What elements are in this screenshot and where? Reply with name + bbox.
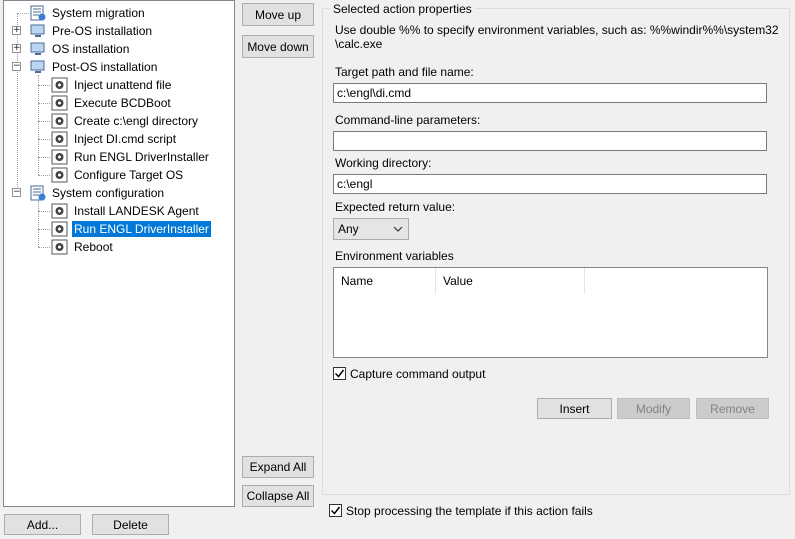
hint-text-line2: \calc.exe: [335, 37, 383, 51]
tree-line: [38, 229, 50, 230]
action-gear-icon: [51, 203, 68, 219]
tree-line: [38, 211, 50, 212]
column-header-name[interactable]: Name: [334, 268, 436, 294]
tree-item-label: Post-OS installation: [52, 60, 158, 74]
tree-line: [17, 13, 29, 14]
tree-item-label: System migration: [52, 6, 145, 20]
remove-button[interactable]: Remove: [696, 398, 769, 419]
action-gear-icon: [51, 131, 68, 147]
working-directory-input[interactable]: c:\engl: [333, 174, 767, 194]
action-gear-icon: [51, 149, 68, 165]
expected-return-select[interactable]: Any: [333, 218, 409, 240]
tree-item-inject-unattend-file[interactable]: Inject unattend file: [51, 76, 173, 94]
checkmark-icon: [330, 506, 341, 515]
expand-all-button[interactable]: Expand All: [242, 456, 314, 478]
action-gear-icon: [51, 77, 68, 93]
tree-item-label: Configure Target OS: [74, 168, 184, 182]
move-down-button[interactable]: Move down: [242, 35, 314, 58]
command-line-input[interactable]: [333, 131, 767, 151]
tree-item-configure-target-os[interactable]: Configure Target OS: [51, 166, 185, 184]
checkmark-icon: [334, 369, 345, 378]
tree-item-install-landesk-agent[interactable]: Install LANDESK Agent: [51, 202, 201, 220]
tree-item-create-engl-directory[interactable]: Create c:\engl directory: [51, 112, 200, 130]
delete-button[interactable]: Delete: [92, 514, 169, 535]
group-title: Selected action properties: [330, 2, 475, 16]
modify-button[interactable]: Modify: [617, 398, 690, 419]
action-gear-icon: [51, 167, 68, 183]
collapse-all-button[interactable]: Collapse All: [242, 485, 314, 507]
tree-item-execute-bcdboot[interactable]: Execute BCDBoot: [51, 94, 173, 112]
action-tree[interactable]: + + − − System migration Pre-OS installa…: [3, 0, 235, 507]
capture-output-label: Capture command output: [350, 367, 486, 381]
tree-item-pre-os-installation[interactable]: Pre-OS installation: [29, 22, 154, 40]
tree-line: [38, 85, 50, 86]
tree-item-label: Inject DI.cmd script: [74, 132, 177, 146]
tree-item-label: Install LANDESK Agent: [74, 204, 199, 218]
expand-icon[interactable]: +: [12, 44, 21, 53]
tree-line: [17, 13, 18, 193]
action-gear-icon: [51, 113, 68, 129]
hint-text-line1: Use double %% to specify environment var…: [335, 23, 779, 37]
computer-icon: [30, 24, 45, 37]
tree-item-reboot[interactable]: Reboot: [51, 238, 115, 256]
chevron-down-icon: [393, 226, 403, 232]
working-directory-label: Working directory:: [335, 156, 432, 170]
tree-item-label: Inject unattend file: [74, 78, 172, 92]
tree-item-label: System configuration: [52, 186, 165, 200]
tree-item-system-configuration[interactable]: System configuration: [29, 184, 166, 202]
tree-line: [38, 75, 39, 175]
tree-line: [38, 139, 50, 140]
stop-processing-checkbox[interactable]: [329, 504, 342, 517]
environment-variables-label: Environment variables: [335, 249, 454, 263]
expected-return-value: Any: [338, 222, 359, 236]
tree-item-system-migration[interactable]: System migration: [29, 4, 147, 22]
target-path-input[interactable]: c:\engl\di.cmd: [333, 83, 767, 103]
tree-item-os-installation[interactable]: OS installation: [29, 40, 131, 58]
tree-line: [38, 247, 50, 248]
environment-variables-list[interactable]: Name Value: [333, 267, 768, 358]
template-folder-icon: [30, 185, 46, 201]
tree-line: [38, 121, 50, 122]
add-button[interactable]: Add...: [4, 514, 81, 535]
tree-item-label: Execute BCDBoot: [74, 96, 171, 110]
tree-line: [38, 201, 39, 247]
computer-icon: [30, 60, 45, 73]
tree-item-label: OS installation: [52, 42, 130, 56]
tree-item-label: Create c:\engl directory: [74, 114, 199, 128]
action-gear-icon: [51, 221, 68, 237]
tree-item-label: Run ENGL DriverInstaller: [72, 221, 211, 237]
stop-processing-label: Stop processing the template if this act…: [346, 504, 593, 518]
collapse-icon[interactable]: −: [12, 188, 21, 197]
tree-item-label: Pre-OS installation: [52, 24, 153, 38]
computer-icon: [30, 42, 45, 55]
tree-line: [38, 157, 50, 158]
tree-item-label: Reboot: [74, 240, 113, 254]
tree-line: [38, 103, 50, 104]
tree-item-label: Run ENGL DriverInstaller: [74, 150, 209, 164]
template-folder-icon: [30, 5, 46, 21]
tree-item-run-engl-driverinstaller-selected[interactable]: Run ENGL DriverInstaller: [51, 220, 211, 238]
command-line-label: Command-line parameters:: [335, 113, 481, 127]
tree-item-post-os-installation[interactable]: Post-OS installation: [29, 58, 159, 76]
tree-item-inject-di-cmd-script[interactable]: Inject DI.cmd script: [51, 130, 178, 148]
action-gear-icon: [51, 239, 68, 255]
move-up-button[interactable]: Move up: [242, 3, 314, 26]
capture-output-checkbox[interactable]: [333, 367, 346, 380]
collapse-icon[interactable]: −: [12, 62, 21, 71]
target-path-label: Target path and file name:: [335, 65, 474, 79]
expand-icon[interactable]: +: [12, 26, 21, 35]
action-gear-icon: [51, 95, 68, 111]
expected-return-label: Expected return value:: [335, 200, 456, 214]
tree-item-run-engl-driverinstaller[interactable]: Run ENGL DriverInstaller: [51, 148, 211, 166]
insert-button[interactable]: Insert: [537, 398, 612, 419]
column-header-value[interactable]: Value: [436, 268, 585, 294]
tree-line: [38, 175, 50, 176]
